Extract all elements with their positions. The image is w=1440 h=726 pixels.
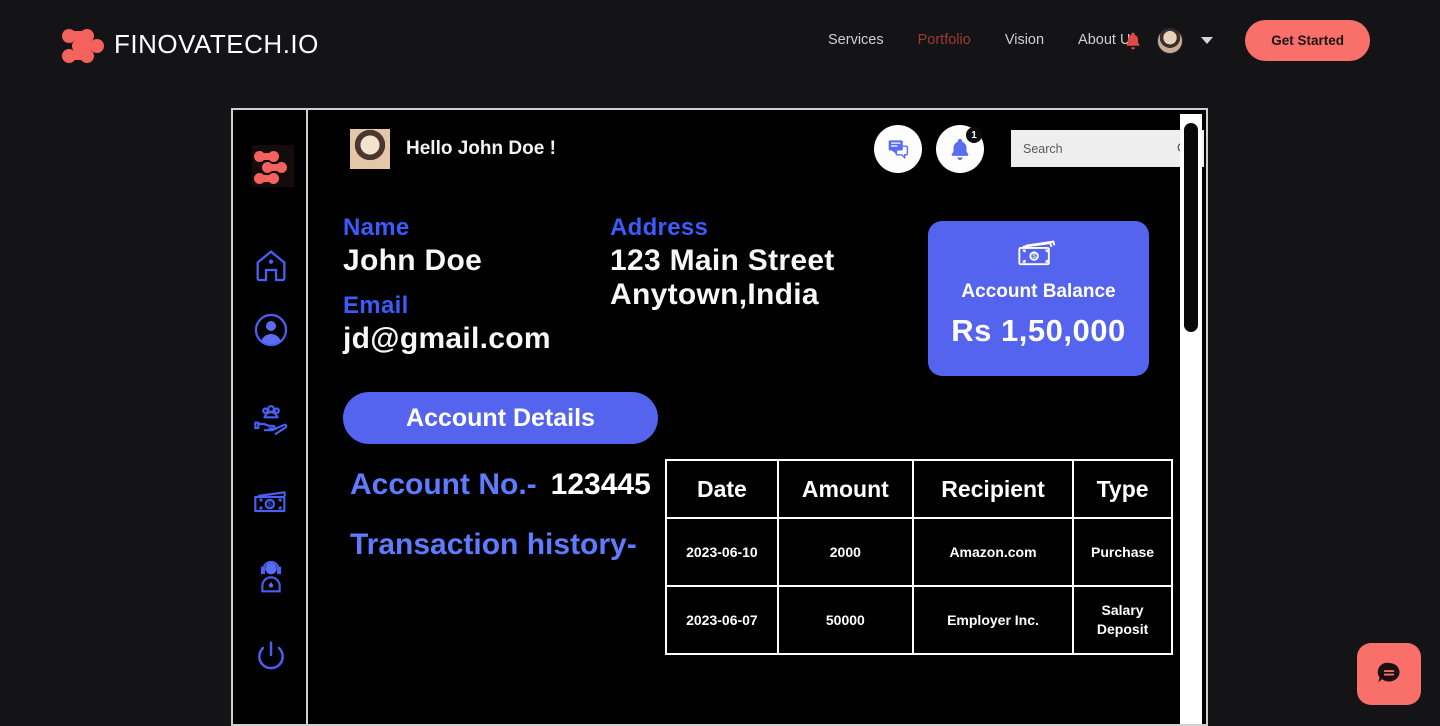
account-number-row: Account No.- 123445 [350, 468, 651, 502]
column-header-recipient: Recipient [911, 459, 1075, 519]
search-field[interactable]: Search [1011, 130, 1204, 167]
sidebar-item-support[interactable] [249, 555, 293, 599]
column-header-date: Date [665, 459, 779, 519]
dashboard-sidebar: $ [233, 110, 308, 724]
sidebar-item-logout[interactable] [249, 635, 293, 679]
money-bills-icon: $ [1017, 240, 1055, 266]
sidebar-item-clients[interactable] [249, 395, 293, 439]
transactions-table: Date Amount Recipient Type 2023-06-10 20… [665, 459, 1173, 655]
dashboard-logo-icon [252, 145, 294, 187]
cell-date: 2023-06-10 [665, 517, 779, 587]
name-label: Name [343, 214, 410, 241]
account-number-value: 123445 [550, 468, 651, 501]
svg-text:$: $ [268, 501, 272, 508]
home-icon [256, 250, 286, 282]
cell-recipient: Amazon.com [911, 517, 1075, 587]
name-value: John Doe [343, 244, 483, 277]
hand-holding-people-icon [254, 405, 288, 436]
table-row[interactable]: 2023-06-07 50000 Employer Inc. Salary Dep… [665, 585, 1173, 655]
finovatech-logo-icon [62, 23, 104, 65]
sidebar-item-payments[interactable]: $ [249, 480, 293, 524]
avatar[interactable] [1157, 27, 1184, 54]
brand-logo[interactable]: FINOVATECH.IO [62, 23, 319, 65]
main-nav: Services Portfolio Vision About Us [828, 32, 1138, 48]
scrollbar-thumb[interactable] [1184, 123, 1198, 332]
table-header-row: Date Amount Recipient Type [665, 459, 1173, 519]
get-started-button[interactable]: Get Started [1245, 20, 1370, 61]
chevron-down-icon[interactable] [1201, 37, 1214, 44]
transaction-history-label: Transaction history- [350, 528, 637, 561]
table-row[interactable]: 2023-06-10 2000 Amazon.com Purchase [665, 517, 1173, 587]
sidebar-item-profile[interactable] [249, 308, 293, 352]
power-icon [258, 641, 284, 670]
chat-widget-button[interactable] [1357, 643, 1421, 705]
support-headset-icon [260, 560, 282, 593]
cell-type: Salary Deposit [1072, 585, 1173, 655]
account-balance-card: $ Account Balance Rs 1,50,000 [928, 221, 1149, 376]
address-label: Address [610, 214, 709, 241]
bell-icon[interactable] [1123, 30, 1143, 52]
site-header: FINOVATECH.IO Services Portfolio Vision … [0, 0, 1440, 88]
nav-link-services[interactable]: Services [828, 32, 884, 48]
profile-address-block: Address 123 Main Street Anytown,India [610, 214, 835, 312]
cell-recipient: Employer Inc. [911, 585, 1075, 655]
notifications-button[interactable]: 1 [936, 125, 984, 173]
account-number-label: Account No.- [350, 468, 537, 501]
user-circle-icon [254, 313, 288, 347]
balance-title: Account Balance [961, 281, 1116, 302]
vertical-scrollbar[interactable] [1180, 114, 1202, 724]
profile-name-block: Name John Doe [343, 214, 482, 278]
account-details-button[interactable]: Account Details [343, 392, 658, 444]
nav-link-vision[interactable]: Vision [1005, 32, 1044, 48]
cell-amount: 2000 [776, 517, 914, 587]
address-line-1: 123 Main Street [610, 244, 835, 277]
balance-amount: Rs 1,50,000 [951, 313, 1126, 348]
cell-type: Purchase [1072, 517, 1173, 587]
header-actions: Get Started [1123, 20, 1370, 61]
profile-email-block: Email jd@gmail.com [343, 292, 551, 356]
column-header-amount: Amount [776, 459, 914, 519]
user-photo [350, 129, 390, 169]
cell-amount: 50000 [776, 585, 914, 655]
greeting-text: Hello John Doe ! [406, 138, 556, 159]
nav-link-portfolio[interactable]: Portfolio [918, 32, 971, 48]
dashboard-preview-panel: $ Hello John Doe ! 1 Search Name John Do… [231, 108, 1208, 726]
address-line-2: Anytown,India [610, 278, 819, 311]
chat-bubble-icon [1377, 662, 1400, 683]
email-value: jd@gmail.com [343, 322, 551, 355]
column-header-type: Type [1072, 459, 1173, 519]
dashboard-content: Hello John Doe ! 1 Search Name John Doe … [310, 110, 1206, 724]
search-input[interactable]: Search [1023, 142, 1175, 156]
email-label: Email [343, 292, 409, 319]
cell-date: 2023-06-07 [665, 585, 779, 655]
chat-bubbles-icon [888, 140, 909, 160]
svg-text:$: $ [1032, 253, 1036, 260]
chat-button[interactable] [874, 125, 922, 173]
dashboard-greeting: Hello John Doe ! [350, 129, 556, 169]
brand-name: FINOVATECH.IO [114, 28, 319, 59]
notification-badge: 1 [966, 127, 982, 143]
sidebar-item-home[interactable] [249, 243, 293, 287]
cash-stack-icon: $ [254, 491, 287, 513]
